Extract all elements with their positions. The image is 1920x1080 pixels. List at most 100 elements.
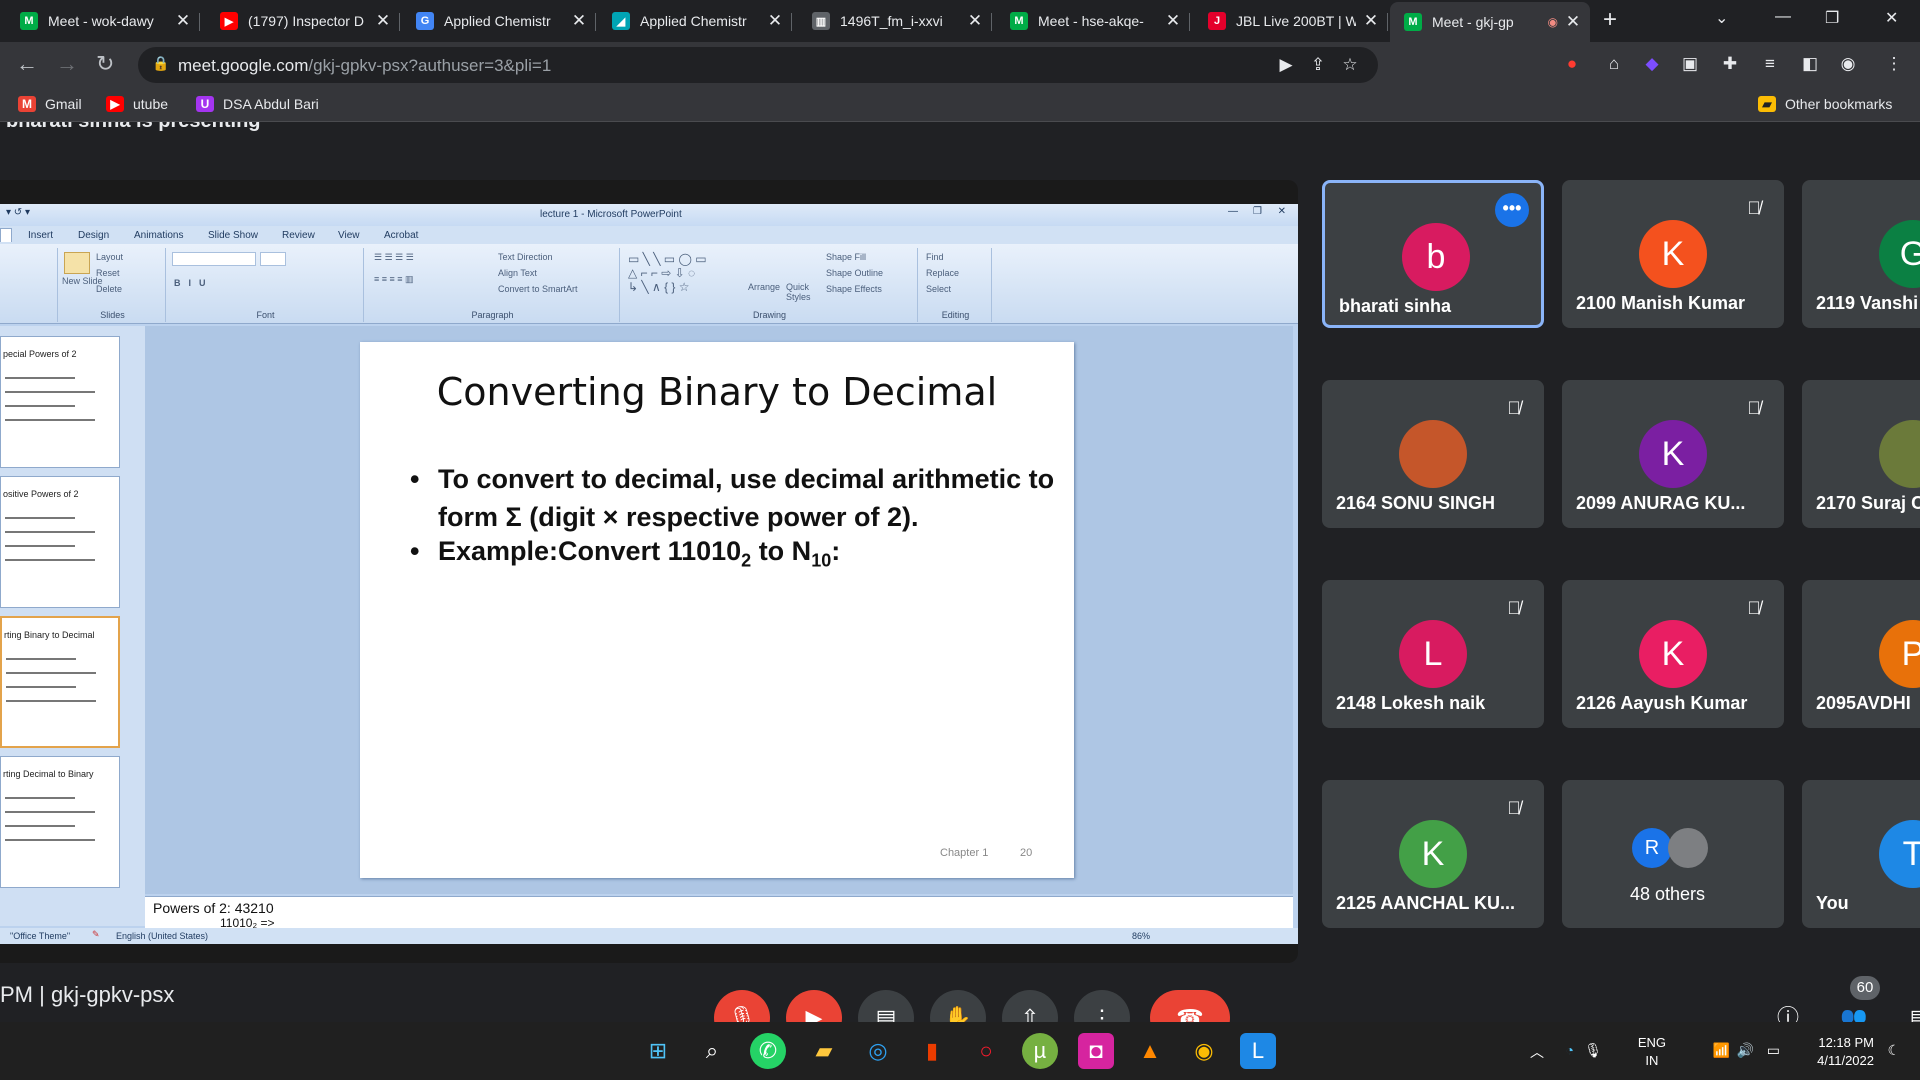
instagram-icon[interactable]: ◘ <box>1078 1033 1114 1069</box>
notification-icon[interactable]: ☾ <box>1887 1042 1900 1059</box>
media-control-icon[interactable]: ≡ <box>1760 54 1780 74</box>
back-button[interactable]: ← <box>16 51 38 77</box>
participant-tile[interactable]: P 2095AVDHI <box>1802 580 1920 728</box>
gmail-icon: M <box>18 96 36 112</box>
avatar-photo <box>1668 828 1708 868</box>
tab-search-icon[interactable]: ⌄ <box>1715 8 1728 28</box>
bookmark-item[interactable]: ▶ utube <box>106 96 168 112</box>
browser-tab[interactable]: ▶ (1797) Inspector D ✕ <box>206 4 400 38</box>
vlc-icon[interactable]: ▲ <box>1132 1033 1168 1069</box>
profile-avatar[interactable]: ◉ <box>1838 54 1858 74</box>
browser-tab[interactable]: G Applied Chemistr ✕ <box>402 4 596 38</box>
browser-tab[interactable]: M Meet - hse-akqe- ✕ <box>996 4 1190 38</box>
extensions-puzzle-icon[interactable]: ✚ <box>1720 54 1740 74</box>
current-slide: Converting Binary to Decimal • To conver… <box>360 342 1074 878</box>
slide-thumbnail: rting Decimal to Binary <box>0 756 120 888</box>
whatsapp-icon[interactable]: ✆ <box>750 1033 786 1069</box>
layout-label: Layout <box>96 252 124 262</box>
file-explorer-icon[interactable]: ▰ <box>806 1033 842 1069</box>
utorrent-icon[interactable]: µ <box>1022 1033 1058 1069</box>
list-buttons: ☰ ☰ ☰ ☰ <box>374 252 414 262</box>
tab-favicon-icon: ▥ <box>812 12 830 30</box>
extension-off-icon[interactable]: ⌂ <box>1604 54 1624 74</box>
shape-fill-label: Shape Fill <box>826 252 867 262</box>
tab-close-icon[interactable]: ✕ <box>966 11 984 31</box>
new-tab-button[interactable]: + <box>1603 6 1617 34</box>
other-bookmarks[interactable]: ▰ Other bookmarks <box>1758 96 1892 112</box>
tray-volume-icon[interactable]: 🔊 <box>1737 1042 1754 1059</box>
participant-tile[interactable]: R 48 others <box>1562 780 1784 928</box>
participant-tile[interactable]: T You <box>1802 780 1920 928</box>
ppt-ribbon: New Slide Layout Reset Delete Slides BIU… <box>0 244 1298 324</box>
tray-datetime[interactable]: 12:18 PM 4/11/2022 <box>1817 1034 1874 1070</box>
extension-red-icon[interactable]: ● <box>1562 54 1582 74</box>
ribbon-paragraph-group: ☰ ☰ ☰ ☰ ≡ ≡ ≡ ≡ ▥ Text Direction Align T… <box>366 248 620 322</box>
browser-toolbar: ← → ↻ 🔒 meet.google.com/gkj-gpkv-psx?aut… <box>0 42 1920 88</box>
participant-tile[interactable]: K 2126 Aayush Kumar 🎙̸ <box>1562 580 1784 728</box>
tab-close-icon[interactable]: ✕ <box>1564 12 1582 32</box>
tray-language[interactable]: ENG IN <box>1638 1034 1666 1070</box>
participant-tile[interactable]: K 2125 AANCHAL KU... 🎙̸ <box>1322 780 1544 928</box>
presentation-tile[interactable]: ▾ ↺ ▾ lecture 1 - Microsoft PowerPoint —… <box>0 180 1298 963</box>
avatar: G <box>1879 220 1920 288</box>
participant-tile[interactable]: b bharati sinha ••• <box>1322 180 1544 328</box>
browser-tab[interactable]: ◢ Applied Chemistr ✕ <box>598 4 792 38</box>
bookmark-item[interactable]: M Gmail <box>18 96 82 112</box>
chrome-menu-icon[interactable]: ⋮ <box>1884 54 1904 74</box>
slides-group-label: Slides <box>100 310 125 320</box>
start-button-icon[interactable]: ⊞ <box>640 1033 676 1069</box>
reset-label: Reset <box>96 268 120 278</box>
tray-battery-icon[interactable]: ▭ <box>1767 1042 1780 1059</box>
opera-icon[interactable]: ○ <box>968 1033 1004 1069</box>
side-panel-icon[interactable]: ◧ <box>1800 54 1820 74</box>
tab-close-icon[interactable]: ✕ <box>766 11 784 31</box>
tab-close-icon[interactable]: ✕ <box>374 11 392 31</box>
browser-tab[interactable]: J JBL Live 200BT | W ✕ <box>1194 4 1388 38</box>
forward-button[interactable]: → <box>56 51 78 77</box>
thumbnail-text-line <box>5 559 95 561</box>
tab-close-icon[interactable]: ✕ <box>174 11 192 31</box>
office-icon[interactable]: ▮ <box>914 1033 950 1069</box>
share-icon[interactable]: ⇪ <box>1308 55 1328 75</box>
maximize-button[interactable]: ❐ <box>1825 8 1839 28</box>
close-window-button[interactable]: ✕ <box>1885 8 1898 28</box>
ppt-window-title: lecture 1 - Microsoft PowerPoint <box>540 209 682 220</box>
participant-tile[interactable]: G 2119 Vanshi <box>1802 180 1920 328</box>
camera-icon[interactable]: ▶ <box>1276 55 1296 75</box>
thumbnail-text-line <box>5 419 95 421</box>
tray-overflow-icon[interactable]: ︿ <box>1530 1042 1544 1062</box>
thumbnail-text-line <box>5 811 95 813</box>
participant-tile[interactable]: K 2100 Manish Kumar 🎙̸ <box>1562 180 1784 328</box>
tile-more-options-button[interactable]: ••• <box>1495 193 1529 227</box>
participant-tile[interactable]: 2170 Suraj C <box>1802 380 1920 528</box>
participant-tile[interactable]: K 2099 ANURAG KU... 🎙̸ <box>1562 380 1784 528</box>
minimize-button[interactable]: — <box>1775 8 1791 26</box>
reload-button[interactable]: ↻ <box>96 51 114 77</box>
tab-close-icon[interactable]: ✕ <box>1164 11 1182 31</box>
mic-off-icon: 🎙̸ <box>1507 598 1521 618</box>
extension-diamond-icon[interactable]: ◆ <box>1642 54 1662 74</box>
tab-separator <box>595 13 596 31</box>
bookmark-star-icon[interactable]: ☆ <box>1340 55 1360 75</box>
address-bar[interactable]: 🔒 meet.google.com/gkj-gpkv-psx?authuser=… <box>138 47 1378 83</box>
app-l-icon[interactable]: L <box>1240 1033 1276 1069</box>
tray-clock-app-icon[interactable]: ◔ <box>1566 1042 1574 1058</box>
tab-title: Meet - gkj-gp <box>1432 14 1514 30</box>
participant-tile[interactable]: 2164 SONU SINGH 🎙̸ <box>1322 380 1544 528</box>
lock-icon[interactable]: 🔒 <box>152 55 169 72</box>
participant-tile[interactable]: L 2148 Lokesh naik 🎙̸ <box>1322 580 1544 728</box>
meet-stage: bharati sinha is presenting ▾ ↺ ▾ lectur… <box>0 122 1920 1080</box>
edge-icon[interactable]: ◎ <box>860 1033 896 1069</box>
chrome-icon[interactable]: ◉ <box>1186 1033 1222 1069</box>
bookmark-item[interactable]: U DSA Abdul Bari <box>196 96 319 112</box>
tab-close-icon[interactable]: ✕ <box>570 11 588 31</box>
extension-gray-icon[interactable]: ▣ <box>1680 54 1700 74</box>
tab-active[interactable]: M Meet - gkj-gp ◉ ✕ <box>1390 2 1590 42</box>
browser-tab[interactable]: M Meet - wok-dawy ✕ <box>6 4 200 38</box>
tray-wifi-icon[interactable]: 📶 <box>1713 1042 1730 1059</box>
tab-close-icon[interactable]: ✕ <box>1362 11 1380 31</box>
tray-mic-icon[interactable]: 🎙 <box>1584 1042 1602 1059</box>
thumbnail-text-line <box>5 825 75 827</box>
browser-tab[interactable]: ▥ 1496T_fm_i-xxvi ✕ <box>798 4 992 38</box>
search-icon[interactable]: ⌕ <box>694 1033 730 1069</box>
